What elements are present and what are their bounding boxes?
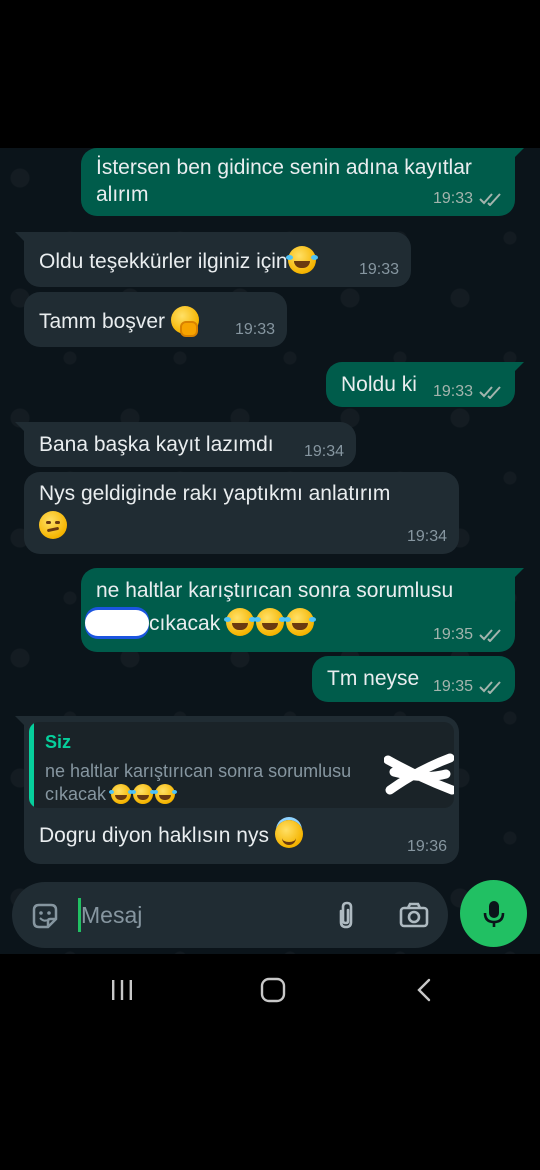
- message-meta: 19:33: [359, 261, 399, 279]
- message-meta: 19:33: [235, 321, 275, 339]
- message-text: Tm neyse: [327, 667, 420, 690]
- message-input[interactable]: Mesaj: [81, 902, 142, 929]
- message-text-line: ne haltlar karıştırıcan sonra sorumlusu: [96, 579, 454, 602]
- message-bubble-outgoing[interactable]: Noldu ki 19:33: [326, 362, 524, 407]
- recent-apps-icon[interactable]: [110, 979, 134, 1001]
- quote-text-line: cıkacak: [45, 783, 385, 806]
- message-text-content: Tamm boşver: [39, 310, 166, 333]
- message-text-content: cıkacak: [149, 612, 221, 635]
- message-text-content: Dogru diyon haklısın nys: [39, 824, 269, 847]
- message-time: 19:33: [432, 190, 473, 207]
- message-text: Nys geldiginde rakı yaptıkmı anlatırım: [39, 482, 391, 505]
- message-time: 19:33: [432, 383, 473, 400]
- message-composer[interactable]: Mesaj: [12, 882, 448, 948]
- double-check-icon: [479, 193, 501, 206]
- rolling-laughing-emoji-icon: [109, 784, 132, 804]
- rolling-laughing-emoji-icon: [284, 608, 315, 636]
- message-bubble-outgoing[interactable]: ne haltlar karıştırıcan sonra sorumlusu …: [81, 568, 524, 652]
- system-navigation-bar: [0, 954, 540, 1026]
- message-meta: 19:34: [304, 443, 344, 461]
- camera-icon[interactable]: [398, 901, 430, 929]
- message-meta: 19:34: [407, 528, 447, 546]
- message-time: 19:34: [303, 443, 344, 460]
- message-bubble-outgoing[interactable]: İstersen ben gidince senin adına kayıtla…: [81, 148, 524, 216]
- message-meta: 19:33: [433, 190, 503, 208]
- message-bubble-incoming[interactable]: Tamm boşver 19:33: [24, 292, 287, 347]
- double-check-icon: [479, 386, 501, 399]
- quote-accent-bar: [29, 722, 34, 808]
- rolling-laughing-emoji-icon: [131, 784, 154, 804]
- smirking-face-emoji-icon: [39, 511, 67, 539]
- smiling-face-with-halo-emoji-icon: [274, 820, 303, 848]
- message-time: 19:34: [406, 528, 447, 545]
- redaction-scribble: [85, 610, 149, 636]
- rolling-laughing-emoji-icon: [254, 608, 285, 636]
- quote-text-line: ne haltlar karıştırıcan sonra sorumlusu: [45, 761, 352, 781]
- message-bubble-incoming[interactable]: Bana başka kayıt lazımdı 19:34: [15, 422, 356, 467]
- home-icon[interactable]: [260, 977, 286, 1003]
- message-time: 19:33: [358, 261, 399, 278]
- message-meta: 19:35: [433, 626, 503, 644]
- back-icon[interactable]: [414, 978, 434, 1002]
- sticker-icon[interactable]: [30, 901, 60, 931]
- quoted-reply[interactable]: Siz ne haltlar karıştırıcan sonra soruml…: [29, 722, 454, 808]
- message-text: Dogru diyon haklısın nys: [39, 820, 303, 849]
- message-text-line: cıkacak: [149, 608, 315, 637]
- message-bubble-incoming[interactable]: Siz ne haltlar karıştırıcan sonra soruml…: [15, 716, 459, 864]
- double-check-icon: [479, 629, 501, 642]
- message-time: 19:36: [406, 838, 447, 855]
- message-text: Noldu ki: [341, 373, 417, 396]
- quote-text-content: cıkacak: [45, 784, 107, 804]
- message-time: 19:33: [234, 321, 275, 338]
- message-text: Tamm boşver: [39, 306, 199, 337]
- message-meta: 19:36: [407, 838, 447, 856]
- redaction-scribble: [384, 753, 454, 795]
- shushing-face-emoji-icon: [170, 306, 199, 337]
- message-bubble-incoming[interactable]: Nys geldiginde rakı yaptıkmı anlatırım 1…: [24, 472, 459, 554]
- message-meta: 19:33: [433, 383, 503, 401]
- microphone-icon: [483, 900, 504, 927]
- rolling-laughing-emoji-icon: [153, 784, 176, 804]
- message-text-content: Oldu teşekkürler ilginiz için: [39, 250, 288, 273]
- message-time: 19:35: [432, 626, 473, 643]
- message-bubble-outgoing[interactable]: Tm neyse 19:35: [312, 656, 515, 702]
- message-text: Oldu teşekkürler ilginiz için: [39, 246, 316, 275]
- quote-author: Siz: [45, 732, 72, 752]
- rolling-laughing-emoji-icon: [285, 246, 316, 274]
- paperclip-icon[interactable]: [332, 899, 360, 931]
- message-bubble-incoming[interactable]: Oldu teşekkürler ilginiz için 19:33: [15, 232, 411, 287]
- rolling-laughing-emoji-icon: [224, 608, 255, 636]
- voice-record-button[interactable]: [460, 880, 527, 947]
- chat-area[interactable]: İstersen ben gidince senin adına kayıtla…: [0, 148, 540, 954]
- message-meta: 19:35: [433, 678, 503, 696]
- quote-text: ne haltlar karıştırıcan sonra sorumlusu …: [45, 760, 385, 806]
- double-check-icon: [479, 681, 501, 694]
- message-time: 19:35: [432, 678, 473, 695]
- message-text: Bana başka kayıt lazımdı: [39, 433, 274, 456]
